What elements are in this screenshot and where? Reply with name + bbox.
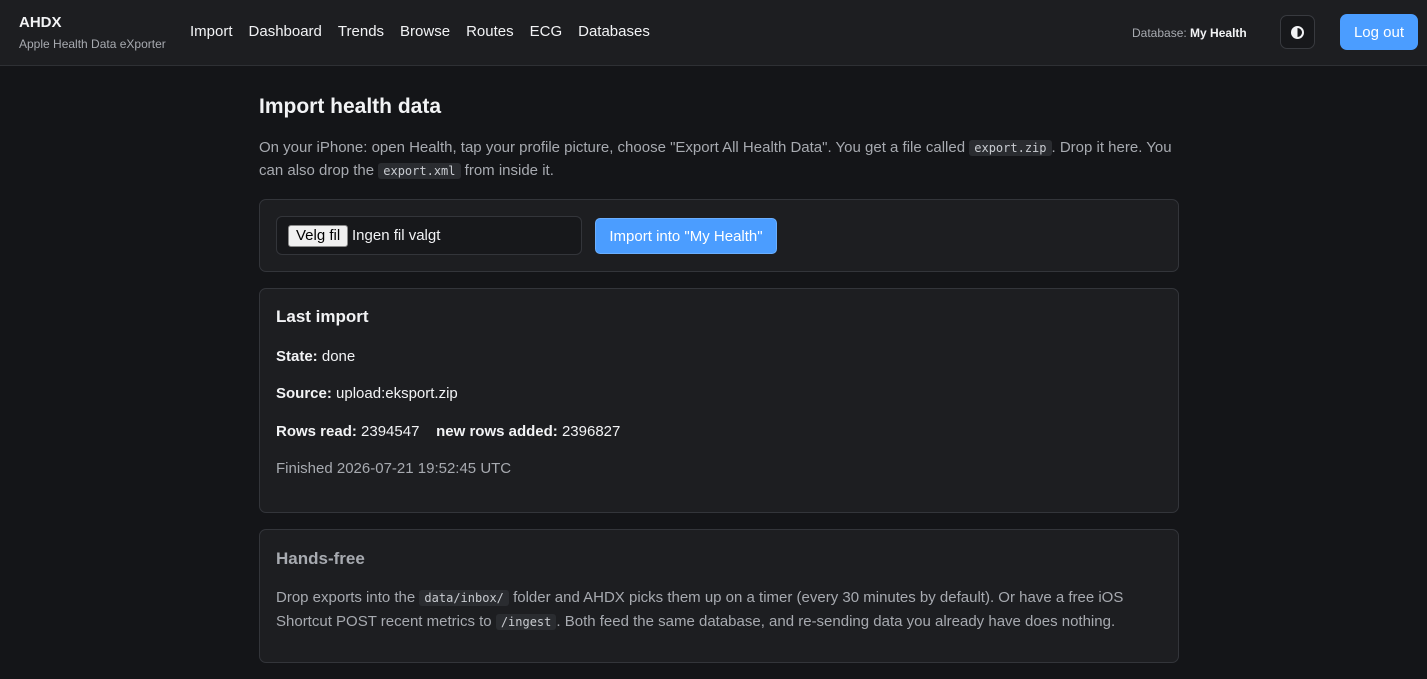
hands-free-card: Hands-free Drop exports into the data/in… — [259, 529, 1179, 663]
import-instructions: On your iPhone: open Health, tap your pr… — [259, 137, 1179, 182]
intro-text-3: from inside it. — [460, 161, 554, 179]
nav-link-ecg[interactable]: ECG — [530, 22, 563, 42]
top-navigation-bar: AHDX Apple Health Data eXporter Import D… — [0, 0, 1427, 66]
intro-code-export-zip: export.zip — [969, 140, 1052, 156]
hands-free-code-inbox: data/inbox/ — [419, 590, 509, 606]
page-title: Import health data — [259, 95, 442, 118]
rows-read-label: Rows read: — [276, 423, 357, 440]
nav-link-routes[interactable]: Routes — [466, 22, 514, 42]
rows-added-value: 2396827 — [561, 423, 621, 440]
finished-timestamp: Finished 2026-07-21 19:52:45 UTC — [276, 460, 512, 477]
brand[interactable]: AHDX Apple Health Data eXporter — [19, 14, 166, 51]
source-value: upload:eksport.zip — [336, 385, 458, 402]
import-row-counts: Rows read: 2394547 new rows added: 23968… — [276, 422, 620, 442]
hands-free-text-3: . Both feed the same database, and re-se… — [556, 613, 1116, 630]
nav-link-databases[interactable]: Databases — [578, 22, 650, 42]
brand-subtitle: Apple Health Data eXporter — [19, 37, 166, 51]
nav-link-import[interactable]: Import — [190, 22, 233, 42]
hands-free-text-1: Drop exports into the — [276, 589, 420, 606]
nav-link-trends[interactable]: Trends — [338, 22, 384, 42]
import-button[interactable]: Import into "My Health" — [595, 218, 777, 254]
nav-link-dashboard[interactable]: Dashboard — [249, 22, 322, 42]
import-state: State: done — [276, 347, 355, 367]
last-import-title: Last import — [276, 307, 369, 326]
upload-card: Velg fil Ingen fil valgt Import into "My… — [259, 199, 1179, 272]
logout-button[interactable]: Log out — [1340, 14, 1418, 50]
source-label: Source: — [276, 385, 332, 402]
import-source: Source: upload:eksport.zip — [276, 384, 458, 404]
nav-link-browse[interactable]: Browse — [400, 22, 450, 42]
database-name: My Health — [1190, 26, 1247, 40]
intro-text-1: On your iPhone: open Health, tap your pr… — [259, 139, 970, 156]
choose-file-button[interactable]: Velg fil — [288, 225, 349, 247]
rows-read-value: 2394547 — [361, 423, 420, 440]
brand-name: AHDX — [19, 14, 62, 31]
contrast-icon — [1291, 25, 1304, 39]
state-label: State: — [276, 348, 318, 365]
current-database: Database: My Health — [1132, 25, 1247, 41]
hands-free-code-ingest: /ingest — [495, 614, 557, 630]
database-label: Database: — [1132, 26, 1187, 40]
file-status: Ingen fil valgt — [352, 227, 441, 244]
theme-toggle-button[interactable] — [1280, 15, 1315, 49]
state-value: done — [321, 348, 356, 365]
hands-free-title: Hands-free — [276, 549, 365, 568]
main-nav: Import Dashboard Trends Browse Routes EC… — [190, 22, 666, 42]
intro-code-export-xml: export.xml — [378, 162, 461, 179]
file-input[interactable]: Velg fil Ingen fil valgt — [276, 216, 582, 255]
rows-added-label: new rows added: — [436, 423, 558, 440]
hands-free-description: Drop exports into the data/inbox/ folder… — [276, 586, 1156, 634]
last-import-card: Last import State: done Source: upload:e… — [259, 288, 1179, 513]
